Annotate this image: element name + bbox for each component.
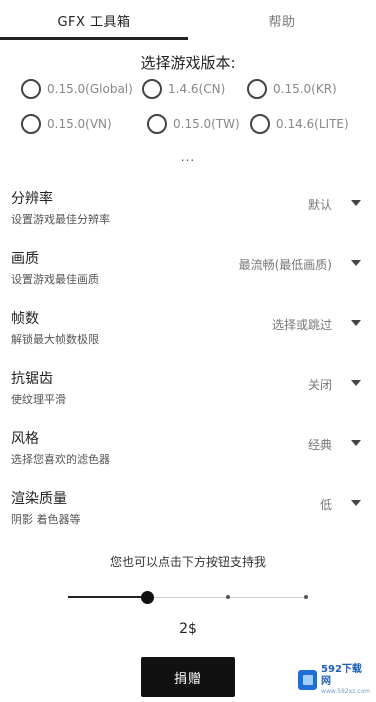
setting-antialiasing[interactable]: 抗锯齿 使纹理平滑 关闭 xyxy=(0,368,376,428)
donation-amount: 2$ xyxy=(179,621,197,637)
setting-value[interactable]: 关闭 xyxy=(308,376,332,393)
donate-button[interactable]: 捐赠 xyxy=(141,657,235,697)
setting-title: 抗锯齿 xyxy=(11,371,53,387)
version-title: 选择游戏版本: xyxy=(140,54,236,72)
setting-fps[interactable]: 帧数 解锁最大帧数极限 选择或跳过 xyxy=(0,308,376,368)
site-watermark: 592下载网 www.592xz.com xyxy=(298,664,370,696)
version-radio-kr[interactable]: 0.15.0(KR) xyxy=(247,79,337,99)
version-label: 0.14.6(LITE) xyxy=(276,117,349,131)
radio-circle-icon xyxy=(250,114,270,134)
version-radio-tw[interactable]: 0.15.0(TW) xyxy=(147,114,240,134)
setting-title: 画质 xyxy=(11,251,39,267)
version-radio-vn[interactable]: 0.15.0(VN) xyxy=(21,114,112,134)
setting-title: 帧数 xyxy=(11,311,39,327)
setting-title: 渲染质量 xyxy=(11,491,67,507)
slider-tick xyxy=(226,595,230,599)
radio-circle-icon xyxy=(142,79,162,99)
setting-style[interactable]: 风格 选择您喜欢的滤色器 经典 xyxy=(0,428,376,488)
watermark-main-text: 592下载网 xyxy=(321,664,362,687)
setting-description: 阴影 着色器等 xyxy=(11,513,81,526)
tab-indicator xyxy=(0,37,188,40)
setting-description: 选择您喜欢的滤色器 xyxy=(11,453,110,466)
radio-circle-icon xyxy=(247,79,267,99)
tab-help[interactable]: 帮助 xyxy=(188,0,376,40)
watermark-logo-icon xyxy=(298,670,318,690)
version-label: 0.15.0(TW) xyxy=(173,117,240,131)
setting-render-quality[interactable]: 渲染质量 阴影 着色器等 低 xyxy=(0,488,376,548)
version-radio-lite[interactable]: 0.14.6(LITE) xyxy=(250,114,349,134)
setting-resolution[interactable]: 分辨率 设置游戏最佳分辨率 默认 xyxy=(0,188,376,248)
version-label: 0.15.0(Global) xyxy=(47,82,133,96)
radio-circle-icon xyxy=(21,79,41,99)
radio-circle-icon xyxy=(147,114,167,134)
version-label: 1.4.6(CN) xyxy=(168,82,226,96)
setting-description: 使纹理平滑 xyxy=(11,393,66,406)
version-label: 0.15.0(KR) xyxy=(273,82,337,96)
version-label: 0.15.0(VN) xyxy=(47,117,112,131)
watermark-sub-text: www.592xz.com xyxy=(321,688,370,695)
more-indicator[interactable]: ... xyxy=(0,150,376,164)
setting-description: 设置游戏最佳分辨率 xyxy=(11,213,110,226)
slider-fill xyxy=(68,596,147,598)
setting-value[interactable]: 选择或跳过 xyxy=(272,316,332,333)
tab-bar: GFX 工具箱 帮助 xyxy=(0,0,376,40)
dropdown-arrow-icon[interactable] xyxy=(351,320,361,326)
setting-description: 解锁最大帧数极限 xyxy=(11,333,99,346)
slider-thumb[interactable] xyxy=(141,591,154,604)
support-text: 您也可以点击下方按钮支持我 xyxy=(109,555,266,569)
donation-slider[interactable] xyxy=(68,588,308,608)
setting-value[interactable]: 经典 xyxy=(308,436,332,453)
slider-tick xyxy=(304,595,308,599)
setting-title: 风格 xyxy=(11,431,39,447)
dropdown-arrow-icon[interactable] xyxy=(351,200,361,206)
setting-value[interactable]: 默认 xyxy=(308,196,332,213)
version-radio-global[interactable]: 0.15.0(Global) xyxy=(21,79,133,99)
setting-value[interactable]: 最流畅(最低画质) xyxy=(239,256,332,273)
dropdown-arrow-icon[interactable] xyxy=(351,260,361,266)
radio-circle-icon xyxy=(21,114,41,134)
setting-title: 分辨率 xyxy=(11,191,53,207)
dropdown-arrow-icon[interactable] xyxy=(351,380,361,386)
setting-quality[interactable]: 画质 设置游戏最佳画质 最流畅(最低画质) xyxy=(0,248,376,308)
setting-value[interactable]: 低 xyxy=(320,496,332,513)
tab-gfx-toolbox[interactable]: GFX 工具箱 xyxy=(0,0,188,40)
dropdown-arrow-icon[interactable] xyxy=(351,440,361,446)
dropdown-arrow-icon[interactable] xyxy=(351,500,361,506)
setting-description: 设置游戏最佳画质 xyxy=(11,273,99,286)
version-radio-cn[interactable]: 1.4.6(CN) xyxy=(142,79,225,99)
